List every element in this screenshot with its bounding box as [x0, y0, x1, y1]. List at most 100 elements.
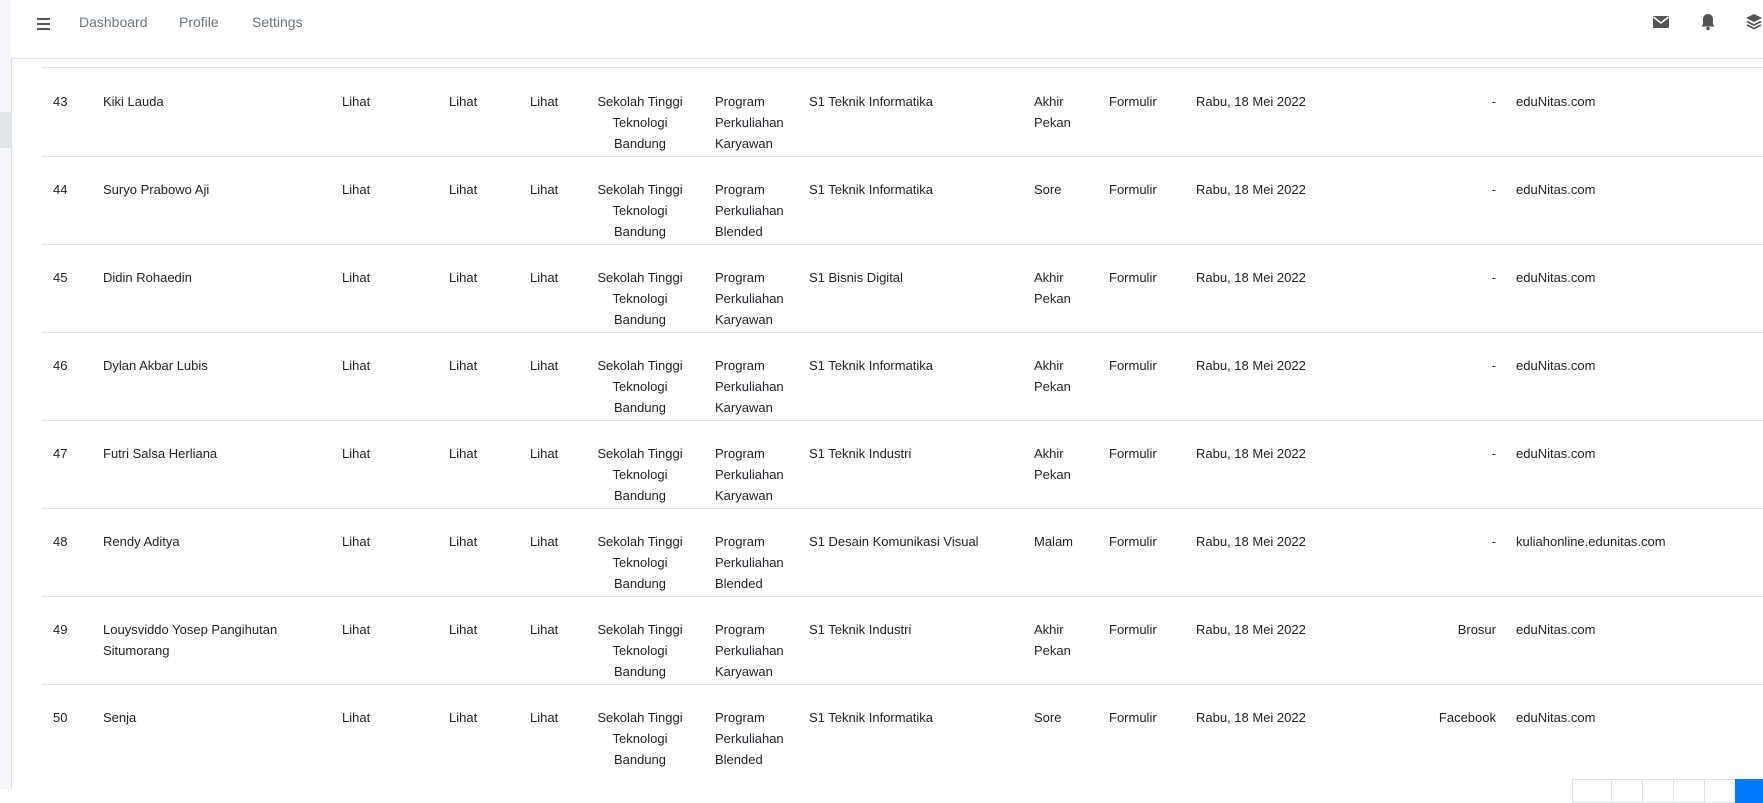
- program-name: Program Perkuliahan Karyawan: [715, 94, 784, 151]
- row-number: 46: [53, 358, 68, 373]
- lihat-link[interactable]: Lihat: [449, 267, 499, 288]
- nav-link-settings[interactable]: Settings: [252, 14, 303, 30]
- registration-date: Rabu, 18 Mei 2022: [1196, 358, 1306, 373]
- table-row: 49 Louysviddo Yosep Pangihutan Situmoran…: [42, 596, 1763, 685]
- lihat-link[interactable]: Lihat: [342, 91, 392, 112]
- sidebar-active-marker: [0, 112, 11, 148]
- lihat-link[interactable]: Lihat: [449, 531, 499, 552]
- pagination-button[interactable]: [1704, 779, 1736, 803]
- site-name: eduNitas.com: [1516, 358, 1596, 373]
- site-name: eduNitas.com: [1516, 710, 1596, 725]
- source-type: Formulir: [1109, 622, 1157, 637]
- top-navbar: Dashboard Profile Settings: [11, 0, 1763, 59]
- pagination-button-active[interactable]: [1735, 779, 1763, 803]
- class-time: Akhir Pekan: [1034, 622, 1071, 658]
- lihat-link[interactable]: Lihat: [530, 619, 580, 640]
- site-name: eduNitas.com: [1516, 270, 1596, 285]
- registration-date: Rabu, 18 Mei 2022: [1196, 182, 1306, 197]
- reference-source: Facebook: [1438, 710, 1496, 725]
- table-row: 45 Didin Rohaedin Lihat Lihat Lihat Seko…: [42, 244, 1763, 333]
- table-row: 46 Dylan Akbar Lubis Lihat Lihat Lihat S…: [42, 332, 1763, 421]
- lihat-link[interactable]: Lihat: [530, 531, 580, 552]
- envelope-icon[interactable]: [1651, 12, 1671, 32]
- class-time: Akhir Pekan: [1034, 94, 1071, 130]
- source-type: Formulir: [1109, 182, 1157, 197]
- row-number: 47: [53, 446, 68, 461]
- program-name: Program Perkuliahan Karyawan: [715, 270, 784, 327]
- lihat-link[interactable]: Lihat: [530, 443, 580, 464]
- lihat-link[interactable]: Lihat: [449, 91, 499, 112]
- lihat-link[interactable]: Lihat: [342, 707, 392, 728]
- registration-date: Rabu, 18 Mei 2022: [1196, 446, 1306, 461]
- lihat-link[interactable]: Lihat: [342, 179, 392, 200]
- pagination-button[interactable]: [1572, 779, 1612, 803]
- registration-date: Rabu, 18 Mei 2022: [1196, 94, 1306, 109]
- reference-source: -: [1491, 446, 1496, 461]
- menu-toggle-icon[interactable]: [35, 14, 53, 32]
- site-name: kuliahonline.edunitas.com: [1516, 534, 1666, 549]
- registration-date: Rabu, 18 Mei 2022: [1196, 622, 1306, 637]
- lihat-link[interactable]: Lihat: [449, 443, 499, 464]
- program-name: Program Perkuliahan Karyawan: [715, 358, 784, 415]
- lihat-link[interactable]: Lihat: [449, 179, 499, 200]
- table-row: 44 Suryo Prabowo Aji Lihat Lihat Lihat S…: [42, 156, 1763, 245]
- program-name: Program Perkuliahan Karyawan: [715, 446, 784, 503]
- lihat-link[interactable]: Lihat: [449, 619, 499, 640]
- nav-link-profile[interactable]: Profile: [179, 14, 219, 30]
- reference-source: -: [1491, 358, 1496, 373]
- row-number: 48: [53, 534, 68, 549]
- site-name: eduNitas.com: [1516, 622, 1596, 637]
- lihat-link[interactable]: Lihat: [530, 355, 580, 376]
- source-type: Formulir: [1109, 710, 1157, 725]
- table-row: 50 Senja Lihat Lihat Lihat Sekolah Tingg…: [42, 684, 1763, 772]
- campus-name: Sekolah Tinggi Teknologi Bandung: [597, 710, 683, 767]
- class-time: Malam: [1034, 534, 1074, 549]
- registration-date: Rabu, 18 Mei 2022: [1196, 710, 1306, 725]
- table-row: 43 Kiki Lauda Lihat Lihat Lihat Sekolah …: [42, 68, 1763, 157]
- lihat-link[interactable]: Lihat: [342, 443, 392, 464]
- source-type: Formulir: [1109, 534, 1157, 549]
- class-time: Sore: [1034, 182, 1062, 197]
- lihat-link[interactable]: Lihat: [342, 619, 392, 640]
- lihat-link[interactable]: Lihat: [530, 267, 580, 288]
- reference-source: -: [1491, 534, 1496, 549]
- pagination-button[interactable]: [1673, 779, 1705, 803]
- major-name: S1 Teknik Industri: [809, 622, 912, 637]
- nav-link-dashboard[interactable]: Dashboard: [79, 14, 148, 30]
- reference-source: Brosur: [1457, 622, 1496, 637]
- lihat-link[interactable]: Lihat: [342, 355, 392, 376]
- site-name: eduNitas.com: [1516, 446, 1596, 461]
- program-name: Program Perkuliahan Blended: [715, 182, 784, 239]
- campus-name: Sekolah Tinggi Teknologi Bandung: [597, 446, 683, 503]
- source-type: Formulir: [1109, 94, 1157, 109]
- source-type: Formulir: [1109, 270, 1157, 285]
- lihat-link[interactable]: Lihat: [342, 531, 392, 552]
- lihat-link[interactable]: Lihat: [530, 91, 580, 112]
- student-name: Suryo Prabowo Aji: [103, 182, 210, 197]
- student-name: Kiki Lauda: [103, 94, 164, 109]
- reference-source: -: [1491, 94, 1496, 109]
- major-name: S1 Teknik Informatika: [809, 94, 934, 109]
- lihat-link[interactable]: Lihat: [449, 355, 499, 376]
- pagination-button[interactable]: [1611, 779, 1643, 803]
- source-type: Formulir: [1109, 446, 1157, 461]
- campus-name: Sekolah Tinggi Teknologi Bandung: [597, 534, 683, 591]
- campus-name: Sekolah Tinggi Teknologi Bandung: [597, 622, 683, 679]
- program-name: Program Perkuliahan Karyawan: [715, 622, 784, 679]
- layers-icon[interactable]: [1744, 12, 1763, 32]
- registration-date: Rabu, 18 Mei 2022: [1196, 270, 1306, 285]
- row-number: 43: [53, 94, 68, 109]
- lihat-link[interactable]: Lihat: [530, 707, 580, 728]
- site-name: eduNitas.com: [1516, 182, 1596, 197]
- campus-name: Sekolah Tinggi Teknologi Bandung: [597, 270, 683, 327]
- pagination-button[interactable]: [1642, 779, 1674, 803]
- bell-icon[interactable]: [1698, 12, 1718, 32]
- lihat-link[interactable]: Lihat: [530, 179, 580, 200]
- major-name: S1 Teknik Informatika: [809, 358, 934, 373]
- lihat-link[interactable]: Lihat: [342, 267, 392, 288]
- lihat-link[interactable]: Lihat: [449, 707, 499, 728]
- major-name: S1 Bisnis Digital: [809, 270, 903, 285]
- student-name: Futri Salsa Herliana: [103, 446, 218, 461]
- registration-date: Rabu, 18 Mei 2022: [1196, 534, 1306, 549]
- table-row: 47 Futri Salsa Herliana Lihat Lihat Liha…: [42, 420, 1763, 509]
